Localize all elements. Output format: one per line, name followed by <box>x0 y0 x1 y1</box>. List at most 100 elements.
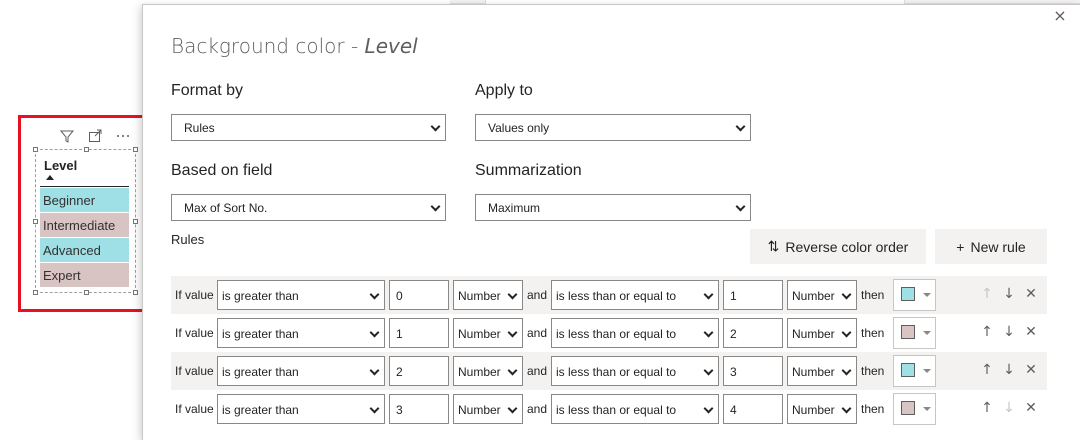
chevron-down-icon <box>430 201 441 212</box>
dialog-title-prefix: Background color - <box>171 34 365 58</box>
apply-to-select[interactable]: Values only <box>475 114 751 141</box>
lower-value-input[interactable]: 1 <box>389 318 449 348</box>
chevron-down-icon <box>735 121 746 132</box>
lower-value: 0 <box>396 289 403 303</box>
delete-rule-icon[interactable]: ✕ <box>1023 324 1039 340</box>
caret-down-icon <box>923 407 931 411</box>
format-by-label: Format by <box>171 82 244 99</box>
move-down-icon[interactable]: ↓ <box>1001 324 1017 340</box>
reverse-color-order-button[interactable]: ⇅ Reverse color order <box>750 229 926 264</box>
move-down-icon[interactable]: ↓ <box>1001 286 1017 302</box>
format-by-select[interactable]: Rules <box>171 114 446 141</box>
based-on-field-select[interactable]: Max of Sort No. <box>171 194 446 221</box>
color-picker-button[interactable] <box>893 279 936 311</box>
color-picker-button[interactable] <box>893 355 936 387</box>
delete-rule-icon[interactable]: ✕ <box>1023 400 1039 416</box>
upper-type-value: Number <box>792 289 835 303</box>
upper-operator-select[interactable]: is less than or equal to <box>551 356 719 386</box>
upper-operator-value: is less than or equal to <box>556 289 677 303</box>
resize-handle[interactable] <box>133 290 138 295</box>
level-row[interactable]: Beginner <box>40 188 129 212</box>
chevron-down-icon <box>703 403 714 414</box>
then-label: then <box>861 288 885 302</box>
move-down-icon[interactable]: ↓ <box>1001 362 1017 378</box>
if-value-label: If value <box>175 364 214 378</box>
delete-rule-icon[interactable]: ✕ <box>1023 362 1039 378</box>
lower-type-select[interactable]: Number <box>453 318 523 348</box>
color-picker-button[interactable] <box>893 393 936 425</box>
move-up-icon[interactable]: ↑ <box>979 286 995 302</box>
lower-type-value: Number <box>458 327 501 341</box>
condition-operator-select[interactable]: is greater than <box>217 280 385 310</box>
upper-operator-select[interactable]: is less than or equal to <box>551 280 719 310</box>
move-up-icon[interactable]: ↑ <box>979 400 995 416</box>
move-up-icon[interactable]: ↑ <box>979 324 995 340</box>
level-row[interactable]: Intermediate <box>40 213 129 237</box>
chevron-down-icon <box>703 289 714 300</box>
chevron-down-icon <box>507 327 518 338</box>
lower-type-select[interactable]: Number <box>453 394 523 424</box>
level-row[interactable]: Advanced <box>40 238 129 262</box>
upper-type-select[interactable]: Number <box>787 280 857 310</box>
upper-operator-select[interactable]: is less than or equal to <box>551 394 719 424</box>
upper-type-select[interactable]: Number <box>787 394 857 424</box>
lower-value-input[interactable]: 3 <box>389 394 449 424</box>
filter-icon[interactable] <box>58 128 76 144</box>
resize-handle[interactable] <box>133 219 138 224</box>
condition-operator-value: is greater than <box>222 289 299 303</box>
condition-operator-select[interactable]: is greater than <box>217 318 385 348</box>
upper-value: 2 <box>730 327 737 341</box>
chevron-down-icon <box>841 327 852 338</box>
resize-handle[interactable] <box>133 147 138 152</box>
upper-operator-select[interactable]: is less than or equal to <box>551 318 719 348</box>
delete-rule-icon[interactable]: ✕ <box>1023 286 1039 302</box>
upper-value: 4 <box>730 403 737 417</box>
resize-handle[interactable] <box>84 290 89 295</box>
upper-operator-value: is less than or equal to <box>556 365 677 379</box>
chevron-down-icon <box>369 365 380 376</box>
chevron-down-icon <box>841 403 852 414</box>
column-header-level[interactable]: Level <box>44 158 77 173</box>
lower-value-input[interactable]: 0 <box>389 280 449 310</box>
then-label: then <box>861 364 885 378</box>
lower-type-select[interactable]: Number <box>453 280 523 310</box>
resize-handle[interactable] <box>33 290 38 295</box>
upper-value-input[interactable]: 3 <box>723 356 783 386</box>
format-by-value: Rules <box>184 121 215 135</box>
resize-handle[interactable] <box>33 147 38 152</box>
move-down-icon[interactable]: ↓ <box>1001 400 1017 416</box>
resize-handle[interactable] <box>33 219 38 224</box>
reverse-color-order-label: Reverse color order <box>785 238 909 255</box>
chevron-down-icon <box>703 365 714 376</box>
upper-value-input[interactable]: 4 <box>723 394 783 424</box>
header-divider <box>40 186 129 187</box>
condition-operator-select[interactable]: is greater than <box>217 394 385 424</box>
summarization-select[interactable]: Maximum <box>475 194 751 221</box>
upper-value-input[interactable]: 1 <box>723 280 783 310</box>
lower-value-input[interactable]: 2 <box>389 356 449 386</box>
close-icon[interactable]: × <box>1052 8 1068 24</box>
lower-type-value: Number <box>458 289 501 303</box>
focus-mode-icon[interactable] <box>86 128 104 144</box>
upper-type-select[interactable]: Number <box>787 318 857 348</box>
new-rule-button[interactable]: + New rule <box>935 229 1047 264</box>
more-options-icon[interactable] <box>114 128 132 144</box>
chevron-down-icon <box>841 365 852 376</box>
based-on-field-value: Max of Sort No. <box>184 201 268 215</box>
then-label: then <box>861 326 885 340</box>
color-picker-button[interactable] <box>893 317 936 349</box>
condition-operator-value: is greater than <box>222 403 299 417</box>
move-up-icon[interactable]: ↑ <box>979 362 995 378</box>
upper-type-value: Number <box>792 327 835 341</box>
and-label: and <box>527 402 548 416</box>
level-row[interactable]: Expert <box>40 263 129 287</box>
sort-ascending-icon[interactable] <box>46 175 54 180</box>
upper-type-select[interactable]: Number <box>787 356 857 386</box>
rule-row: If value is greater than 3 Number and is less… <box>171 390 1047 428</box>
chevron-down-icon <box>430 121 441 132</box>
upper-value-input[interactable]: 2 <box>723 318 783 348</box>
condition-operator-select[interactable]: is greater than <box>217 356 385 386</box>
lower-type-select[interactable]: Number <box>453 356 523 386</box>
resize-handle[interactable] <box>84 147 89 152</box>
and-label: and <box>527 288 548 302</box>
